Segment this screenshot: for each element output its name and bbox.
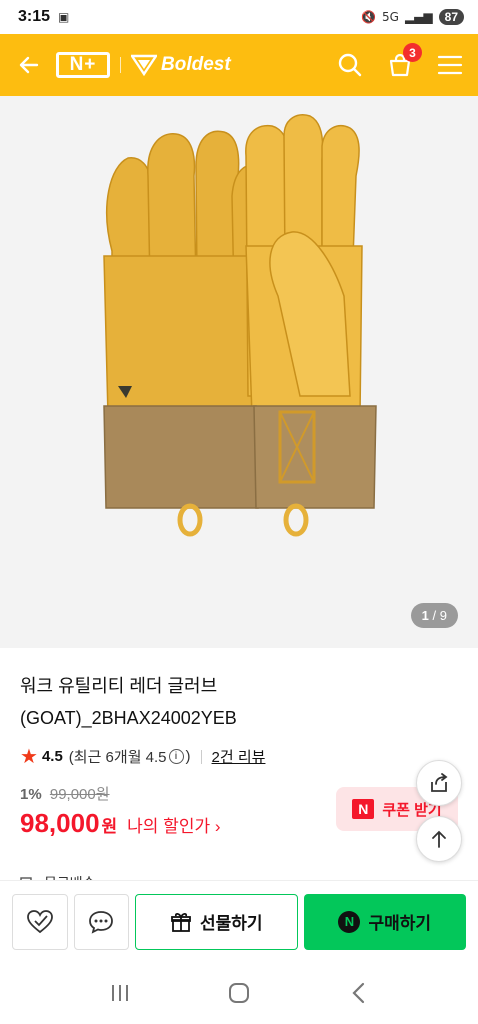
image-counter: 1 / 9 [410, 603, 458, 628]
rating-divider [200, 749, 202, 764]
product-title-line2: (GOAT)_2BHAX24002YEB [20, 708, 237, 728]
home-icon [228, 983, 249, 1003]
rating-score: 4.5 [41, 748, 63, 765]
price-block: 1% 99,000원 98,000 원 나의 할인가 › N 쿠폰 받기 [20, 783, 458, 863]
chevron-right-icon: › [214, 817, 221, 836]
recent-apps-icon [111, 985, 128, 1001]
cart-button[interactable]: 3 [384, 43, 422, 81]
signal-icon: ▂▄▆ [404, 10, 433, 24]
gift-icon [171, 912, 191, 932]
discount-rate: 1% [20, 786, 42, 803]
menu-button[interactable] [434, 49, 466, 81]
arrow-left-icon [19, 56, 39, 74]
search-icon [338, 53, 362, 77]
header-divider [120, 57, 121, 73]
chevron-left-icon [352, 982, 365, 1004]
my-discount-label: 나의 할인가 [127, 817, 211, 836]
product-image-carousel[interactable]: 1 / 9 [0, 96, 478, 648]
naver-plus-logo[interactable]: N+ [56, 52, 110, 78]
image-counter-total: / 9 [432, 608, 447, 623]
sale-price: 98,000 [20, 808, 100, 838]
status-bar: 3:15 ▣ 🔇 5G ▂▄▆ 87 [0, 0, 478, 34]
rating-recent-close: ) [185, 748, 191, 765]
network-label: 5G [382, 10, 399, 24]
review-link[interactable]: 2건 리뷰 [212, 746, 266, 767]
naver-pay-icon: N [338, 910, 361, 933]
wishlist-button[interactable] [12, 893, 68, 950]
brand-logo[interactable]: Boldest [131, 54, 231, 76]
glove-image [103, 114, 377, 537]
back-button[interactable] [12, 48, 46, 82]
buy-button[interactable]: N 구매하기 [303, 893, 466, 950]
share-icon [431, 773, 448, 792]
rating-row: ★ 4.5 (최근 6개월 4.5 i ) 2건 리뷰 [20, 744, 458, 769]
hamburger-menu-icon [437, 55, 463, 75]
talk-button[interactable] [73, 893, 129, 950]
search-button[interactable] [334, 49, 366, 81]
share-button[interactable] [416, 760, 462, 806]
info-icon[interactable]: i [168, 749, 184, 764]
system-nav-bar [0, 962, 478, 1024]
back-nav-button[interactable] [338, 973, 378, 1013]
recent-apps-button[interactable] [100, 973, 140, 1013]
product-title: 워크 유틸리티 레더 글러브 (GOAT)_2BHAX24002YEB [20, 670, 458, 734]
gift-button[interactable]: 선물하기 [135, 893, 298, 950]
brand-name: Boldest [161, 54, 231, 75]
product-info: 워크 유틸리티 레더 글러브 (GOAT)_2BHAX24002YEB ★ 4.… [0, 648, 478, 893]
my-discount-link[interactable]: 나의 할인가 › [127, 812, 220, 837]
naver-n-icon: N [352, 799, 375, 819]
rating-recent: (최근 6개월 4.5 [68, 749, 167, 766]
buy-label: 구매하기 [368, 914, 432, 933]
cart-count-badge: 3 [403, 43, 422, 62]
brand-emblem-icon [131, 54, 157, 76]
original-price: 99,000원 [49, 786, 110, 803]
home-button[interactable] [219, 973, 259, 1013]
status-time: 3:15 [18, 8, 51, 25]
screenshot-icon: ▣ [58, 10, 70, 24]
scroll-top-button[interactable] [416, 816, 462, 862]
battery-level: 87 [438, 9, 464, 25]
arrow-up-icon [432, 830, 446, 848]
star-icon: ★ [20, 746, 38, 768]
product-title-line1: 워크 유틸리티 레더 글러브 [20, 676, 218, 696]
app-header: N+ Boldest 3 [0, 34, 478, 96]
mute-icon: 🔇 [361, 10, 377, 24]
status-indicators: 🔇 5G ▂▄▆ 87 [361, 9, 464, 25]
header-actions: 3 [334, 43, 466, 81]
sale-price-unit: 원 [101, 817, 118, 836]
image-counter-current: 1 [421, 608, 429, 623]
bottom-action-bar: 선물하기 N 구매하기 [0, 880, 478, 962]
heart-check-icon [26, 909, 53, 933]
gift-label: 선물하기 [199, 914, 263, 933]
chat-bubble-icon [89, 910, 114, 934]
